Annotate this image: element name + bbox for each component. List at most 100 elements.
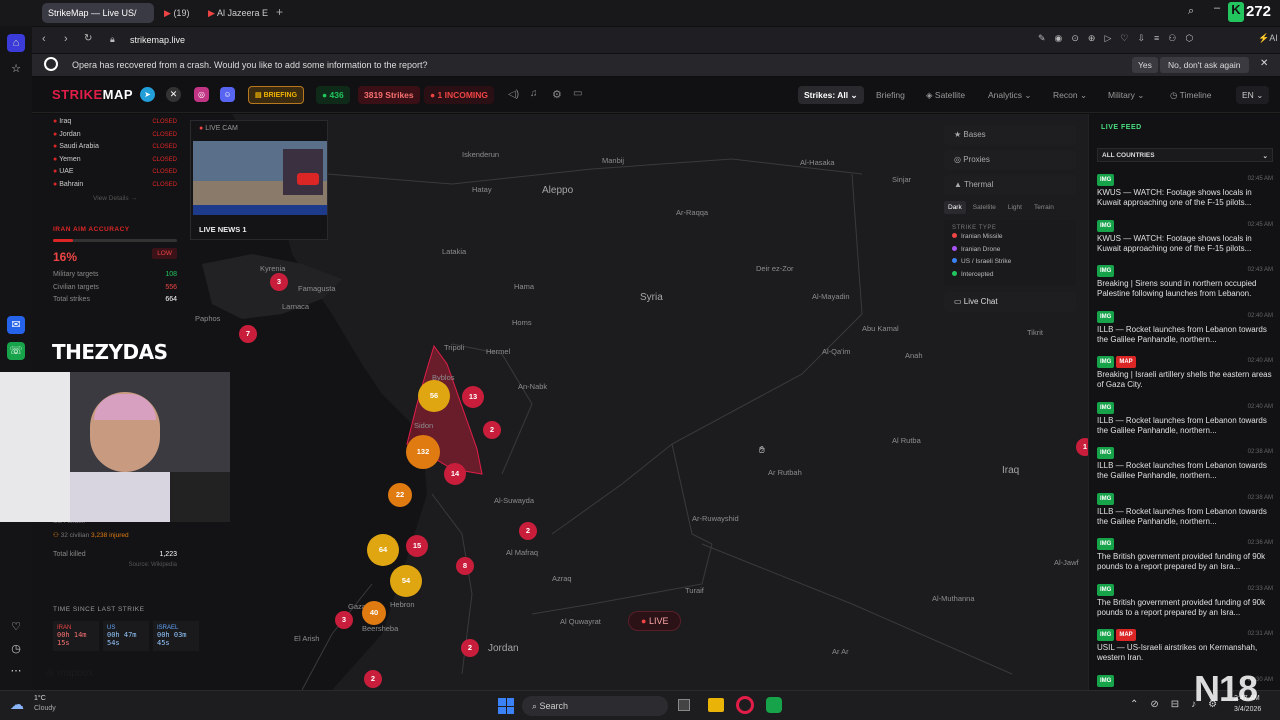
history-icon[interactable]: ◷ — [7, 640, 25, 658]
star-icon[interactable]: ☆ — [7, 60, 25, 78]
strike-cluster[interactable]: 3 — [270, 273, 288, 291]
feed-item[interactable]: IMG 02:45 AM KWUS — WATCH: Footage shows l… — [1097, 174, 1273, 208]
nav-briefing[interactable]: Briefing — [870, 86, 911, 104]
live-cam-video[interactable] — [193, 141, 327, 215]
reload-icon[interactable]: ↻ — [84, 33, 92, 44]
strike-cluster[interactable]: 2 — [461, 639, 479, 657]
taskbar-search[interactable]: ⌕ Search — [522, 696, 668, 716]
crash-no-button[interactable]: No, don't ask again — [1160, 57, 1249, 73]
live-indicator[interactable]: ● LIVE — [628, 611, 682, 631]
feed-item[interactable]: IMG MAP 02:40 AM Breaking | Israeli artille… — [1097, 356, 1273, 390]
hand-cursor-icon: ✋︎ — [759, 445, 765, 456]
search-tabs-icon[interactable]: ⌕ — [1188, 5, 1194, 18]
crash-yes-button[interactable]: Yes — [1132, 57, 1158, 73]
new-tab-button[interactable]: + — [276, 5, 283, 19]
app-taskbar-icon[interactable] — [766, 697, 782, 713]
feed-item[interactable]: IMG 02:43 AM Breaking | Sirens sound in no… — [1097, 265, 1273, 299]
feed-item[interactable]: IMG 02:33 AM The British government provid… — [1097, 583, 1273, 618]
settings-icon[interactable]: ⚙ — [552, 88, 562, 101]
strike-cluster[interactable]: 56 — [418, 380, 450, 412]
layer-proxies[interactable]: ◎ Proxies — [944, 150, 1076, 170]
strike-cluster[interactable]: 13 — [462, 386, 484, 408]
more-icon[interactable]: ⋯ — [7, 662, 25, 680]
layer-thermal[interactable]: ▲ Thermal — [944, 175, 1076, 195]
instagram-icon[interactable]: ◎ — [194, 87, 209, 102]
strike-cluster[interactable]: 7 — [239, 325, 257, 343]
strike-cluster[interactable]: 2 — [364, 670, 382, 688]
close-icon[interactable]: ✕ — [1260, 58, 1268, 69]
file-explorer-icon[interactable] — [708, 698, 724, 712]
strike-cluster[interactable]: 40 — [362, 601, 386, 625]
strike-cluster[interactable]: 132 — [406, 435, 440, 469]
strike-cluster[interactable]: 15 — [406, 535, 428, 557]
telegram-icon[interactable]: ➤ — [140, 87, 155, 102]
country-filter-select[interactable]: ALL COUNTRIES ⌄ — [1097, 148, 1273, 162]
x-icon[interactable]: ✕ — [166, 87, 181, 102]
strikes-filter-dropdown[interactable]: Strikes: All ⌄ — [798, 86, 864, 104]
map-label: Tikrit — [1027, 328, 1043, 337]
map-label: Al-Mayadin — [812, 292, 850, 301]
nav-analytics[interactable]: Analytics ⌄ — [982, 86, 1038, 104]
sound-icon[interactable]: ◁) — [508, 89, 519, 100]
whatsapp-icon[interactable]: ☏ — [7, 342, 25, 360]
tab-youtube[interactable]: ▶ (19) — [158, 3, 200, 23]
view-details-link[interactable]: View Details → — [53, 195, 177, 202]
strike-cluster[interactable]: 1 — [1076, 438, 1088, 456]
strike-cluster[interactable]: 3 — [335, 611, 353, 629]
style-light[interactable]: Light — [1003, 201, 1027, 214]
messenger-icon[interactable]: ✉ — [7, 316, 25, 334]
strike-cluster[interactable]: 8 — [456, 557, 474, 575]
nav-timeline[interactable]: ◷ Timeline — [1164, 86, 1217, 104]
tab-strikemap[interactable]: StrikeMap — Live US/ — [42, 3, 154, 23]
style-terrain[interactable]: Terrain — [1029, 201, 1059, 214]
feed-item[interactable]: IMG 02:40 AM ILLB — Rocket launches from L… — [1097, 310, 1273, 345]
tab-aljazeera[interactable]: ▶ Al Jazeera Eng — [202, 3, 268, 23]
strike-cluster[interactable]: 2 — [483, 421, 501, 439]
feed-item[interactable]: IMG 02:36 AM The British government provid… — [1097, 538, 1273, 572]
strike-cluster[interactable]: 22 — [388, 483, 412, 507]
strike-cluster[interactable]: 14 — [444, 463, 466, 485]
task-view-icon[interactable] — [678, 699, 690, 711]
opera-taskbar-icon[interactable] — [736, 696, 754, 714]
tab-label: Al Jazeera Eng — [216, 8, 268, 18]
nav-military[interactable]: Military ⌄ — [1102, 86, 1150, 104]
nav-recon[interactable]: Recon ⌄ — [1047, 86, 1093, 104]
search-icon: ⌕ — [532, 701, 540, 711]
since-time: 00h 14m — [57, 631, 87, 639]
live-chat-button[interactable]: ▭ Live Chat — [944, 292, 1076, 313]
chat-icon[interactable]: ▭ — [573, 88, 582, 99]
minimize-button[interactable]: – — [1214, 2, 1220, 14]
back-icon[interactable]: ‹ — [42, 33, 46, 45]
map-label: An-Nabk — [518, 382, 548, 391]
heart-icon[interactable]: ♡ — [7, 618, 25, 636]
layer-bases[interactable]: ★ Bases — [944, 125, 1076, 145]
briefing-button[interactable]: ▤ BRIEFING — [248, 86, 305, 104]
ai-button[interactable]: ⚡AI — [1258, 33, 1278, 44]
bell-icon[interactable]: ♫ — [530, 88, 538, 99]
country-status: CLOSED — [152, 156, 177, 163]
toolbar-icons[interactable]: ✎◉⊙⊕▷♡⇩≡⚇⬡ — [1038, 33, 1202, 44]
strike-cluster[interactable]: 2 — [519, 522, 537, 540]
nav-satellite[interactable]: ◈ Satellite — [920, 86, 971, 104]
feed-item[interactable]: IMG 02:38 AM ILLB — Rocket launches from L… — [1097, 492, 1273, 527]
strike-cluster[interactable]: 64 — [367, 534, 399, 566]
weather-desc: Cloudy — [34, 705, 56, 712]
feed-item[interactable]: IMG 02:38 AM ILLB — Rocket launches from L… — [1097, 447, 1273, 481]
strike-cluster[interactable]: 54 — [390, 565, 422, 597]
map-badge: MAP — [1116, 629, 1136, 641]
forward-icon[interactable]: › — [64, 33, 68, 45]
site-logo[interactable]: STRIKEMAP — [52, 87, 133, 102]
style-satellite[interactable]: Satellite — [968, 201, 1001, 214]
language-select[interactable]: EN ⌄ — [1236, 86, 1270, 104]
style-dark[interactable]: Dark — [944, 201, 966, 214]
discord-icon[interactable]: ☺ — [220, 87, 235, 102]
feed-item[interactable]: IMG MAP 02:31 AM USIL — US-Israeli airstrik… — [1097, 629, 1273, 663]
windows-start-icon[interactable] — [498, 698, 514, 714]
map-label: Al-Muthanna — [932, 594, 975, 603]
url-field[interactable]: strikemap.live — [130, 35, 185, 45]
feed-item[interactable]: IMG 02:45 AM KWUS — WATCH: Footage shows l… — [1097, 219, 1273, 254]
feed-item[interactable]: IMG 02:40 AM ILLB — Rocket launches from L… — [1097, 401, 1273, 436]
home-icon[interactable]: ⌂ — [7, 34, 25, 52]
weather-icon[interactable]: ☁ — [10, 696, 24, 713]
address-bar: ‹ › ↻ 🔒︎ strikemap.live ✎◉⊙⊕▷♡⇩≡⚇⬡ ⚡AI — [32, 27, 1280, 53]
